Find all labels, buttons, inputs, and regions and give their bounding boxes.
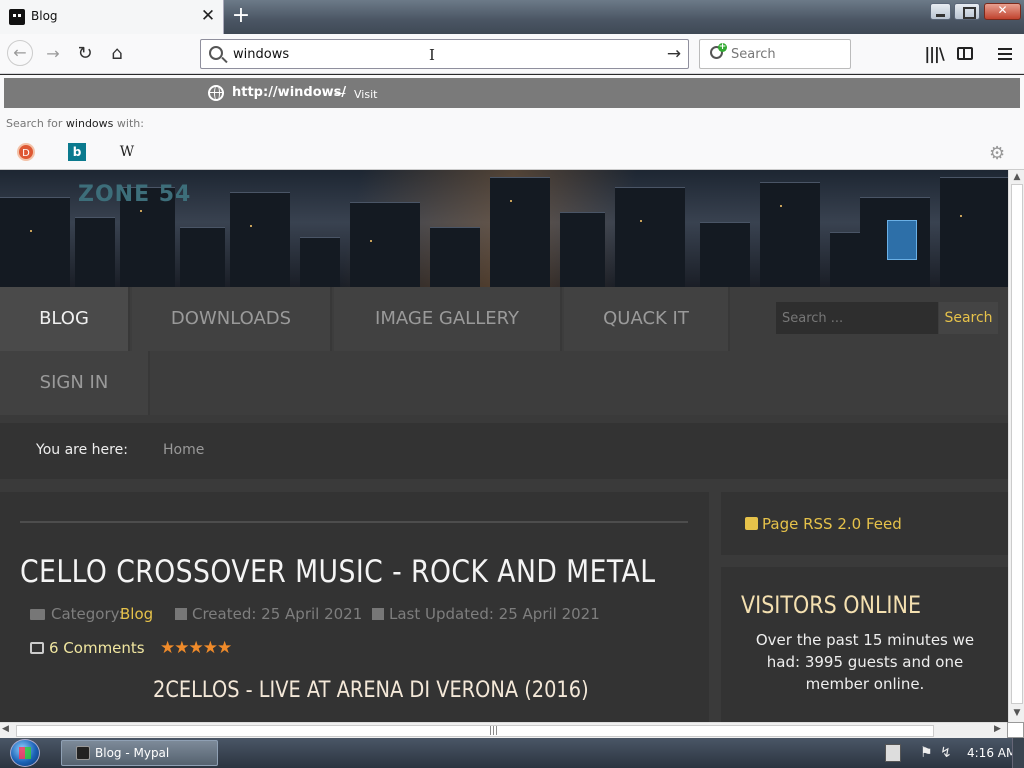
- scroll-right-arrow-icon[interactable]: ▶: [994, 724, 1001, 734]
- site-main-nav: BLOG DOWNLOADS IMAGE GALLERY QUACK IT SI…: [0, 287, 1008, 415]
- rss-feed-link[interactable]: Page RSS 2.0 Feed: [762, 515, 902, 533]
- site-search-input[interactable]: [776, 302, 938, 334]
- star-rating[interactable]: ★★★★★: [160, 638, 232, 658]
- taskbar-window-button[interactable]: Blog - Mypal: [61, 740, 218, 766]
- sidebar-toggle-icon[interactable]: [953, 42, 977, 66]
- vertical-scrollbar[interactable]: ▲ ▼: [1008, 170, 1024, 722]
- nav-item-sign-in[interactable]: SIGN IN: [0, 351, 150, 415]
- start-button[interactable]: [10, 739, 40, 767]
- scroll-down-arrow-icon[interactable]: ▼: [1009, 708, 1024, 718]
- go-arrow-icon[interactable]: →: [663, 43, 685, 65]
- category-link[interactable]: Blog: [120, 605, 153, 623]
- breadcrumb-label: You are here:: [36, 442, 128, 458]
- horizontal-scrollbar[interactable]: ◀ ||| ▶: [0, 722, 1024, 738]
- browser-app-icon: [76, 746, 90, 760]
- visit-suggestion-row[interactable]: http://windows/ — Visit: [4, 78, 1020, 108]
- network-icon[interactable]: ↯: [940, 745, 952, 761]
- calendar-icon: [372, 608, 384, 620]
- url-suggestions-dropdown: http://windows/ — Visit Search for windo…: [0, 75, 1024, 170]
- site-favicon-icon: [9, 9, 25, 25]
- rss-icon: [745, 517, 758, 530]
- browser-titlebar: Blog ✕ +: [0, 0, 1024, 34]
- tab-close-icon[interactable]: ✕: [199, 6, 217, 26]
- rss-feed-module: Page RSS 2.0 Feed: [721, 492, 1008, 555]
- site-logo[interactable]: ZONE 54: [78, 182, 191, 207]
- tab-blog[interactable]: Blog ✕: [0, 0, 224, 34]
- banner-screen-graphic: [887, 220, 917, 260]
- forward-arrow-icon[interactable]: →: [40, 41, 66, 67]
- add-search-engine-icon: +: [718, 42, 727, 52]
- show-desktop-button[interactable]: [1012, 738, 1024, 768]
- nav-item-quack-it[interactable]: QUACK IT: [564, 287, 730, 351]
- breadcrumb: You are here: Home: [0, 423, 1008, 479]
- url-bar[interactable]: I →: [200, 39, 689, 69]
- hamburger-menu-icon[interactable]: [993, 42, 1017, 66]
- reload-icon[interactable]: ↻: [72, 41, 98, 67]
- page-viewport: ZONE 54 BLOG DOWNLOADS IMAGE GALLERY QUA…: [0, 170, 1008, 722]
- action-center-flag-icon[interactable]: ⚑: [920, 745, 933, 761]
- browser-search-box[interactable]: +: [699, 39, 851, 69]
- text-cursor-icon: I: [429, 46, 435, 64]
- breadcrumb-home-link[interactable]: Home: [163, 442, 204, 458]
- keyboard-icon[interactable]: [885, 744, 901, 762]
- globe-icon: [208, 85, 224, 101]
- created-date: Created: 25 April 2021: [192, 605, 363, 623]
- duckduckgo-icon[interactable]: D: [17, 143, 35, 161]
- nav-item-downloads[interactable]: DOWNLOADS: [132, 287, 332, 351]
- visitors-text: Over the past 15 minutes we had: 3995 gu…: [755, 631, 975, 693]
- folder-icon: [30, 609, 45, 620]
- visit-label: Visit: [354, 88, 378, 101]
- window-minimize-button[interactable]: [930, 3, 951, 20]
- calendar-icon: [175, 608, 187, 620]
- search-with-label: Search for windows with:: [6, 117, 144, 130]
- comments-link[interactable]: 6 Comments: [49, 639, 145, 657]
- scroll-up-arrow-icon[interactable]: ▲: [1009, 172, 1024, 182]
- vertical-scroll-thumb[interactable]: [1011, 184, 1023, 704]
- visitors-title: VISITORS ONLINE: [741, 591, 922, 619]
- scroll-grip-icon: |||: [489, 726, 499, 736]
- category-label: Category:: [51, 605, 124, 623]
- visitors-online-module: VISITORS ONLINE Over the past 15 minutes…: [721, 567, 1008, 722]
- tab-title: Blog: [31, 9, 58, 23]
- visit-url: http://windows/: [232, 85, 347, 100]
- updated-date: Last Updated: 25 April 2021: [389, 605, 600, 623]
- gear-icon[interactable]: ⚙: [989, 143, 1005, 164]
- wikipedia-icon[interactable]: W: [118, 143, 136, 161]
- browser-navbar: ← → ↻ ⌂ I → + |||\: [0, 34, 1024, 74]
- back-arrow-icon[interactable]: ←: [7, 40, 33, 66]
- taskbar-window-label: Blog - Mypal: [95, 746, 170, 760]
- nav-item-blog[interactable]: BLOG: [0, 287, 130, 351]
- window-close-button[interactable]: [984, 3, 1021, 20]
- bing-icon[interactable]: b: [68, 143, 86, 161]
- new-tab-button[interactable]: +: [229, 5, 253, 27]
- window-maximize-button[interactable]: [954, 3, 980, 20]
- comment-icon: [30, 642, 44, 654]
- browser-search-input[interactable]: [731, 47, 846, 62]
- nav-item-image-gallery[interactable]: IMAGE GALLERY: [334, 287, 562, 351]
- scroll-left-arrow-icon[interactable]: ◀: [2, 724, 9, 734]
- article-card: CELLO CROSSOVER MUSIC - ROCK AND METAL C…: [0, 492, 709, 722]
- home-icon[interactable]: ⌂: [104, 41, 130, 67]
- article-title[interactable]: CELLO CROSSOVER MUSIC - ROCK AND METAL: [20, 554, 655, 590]
- visit-separator: —: [334, 86, 346, 100]
- site-search-button[interactable]: Search: [939, 302, 998, 334]
- video-title: 2CELLOS - LIVE AT ARENA DI VERONA (2016): [153, 678, 589, 703]
- horizontal-scroll-thumb[interactable]: |||: [16, 725, 934, 737]
- scrollbar-corner: [1007, 722, 1024, 738]
- library-icon[interactable]: |||\: [922, 42, 946, 66]
- windows-taskbar: Blog - Mypal ⚑ ↯ 4:16 AM: [0, 738, 1024, 768]
- site-banner-image: ZONE 54: [0, 170, 1008, 287]
- system-clock[interactable]: 4:16 AM: [967, 746, 1016, 760]
- divider: [20, 521, 688, 523]
- search-icon: [209, 46, 223, 60]
